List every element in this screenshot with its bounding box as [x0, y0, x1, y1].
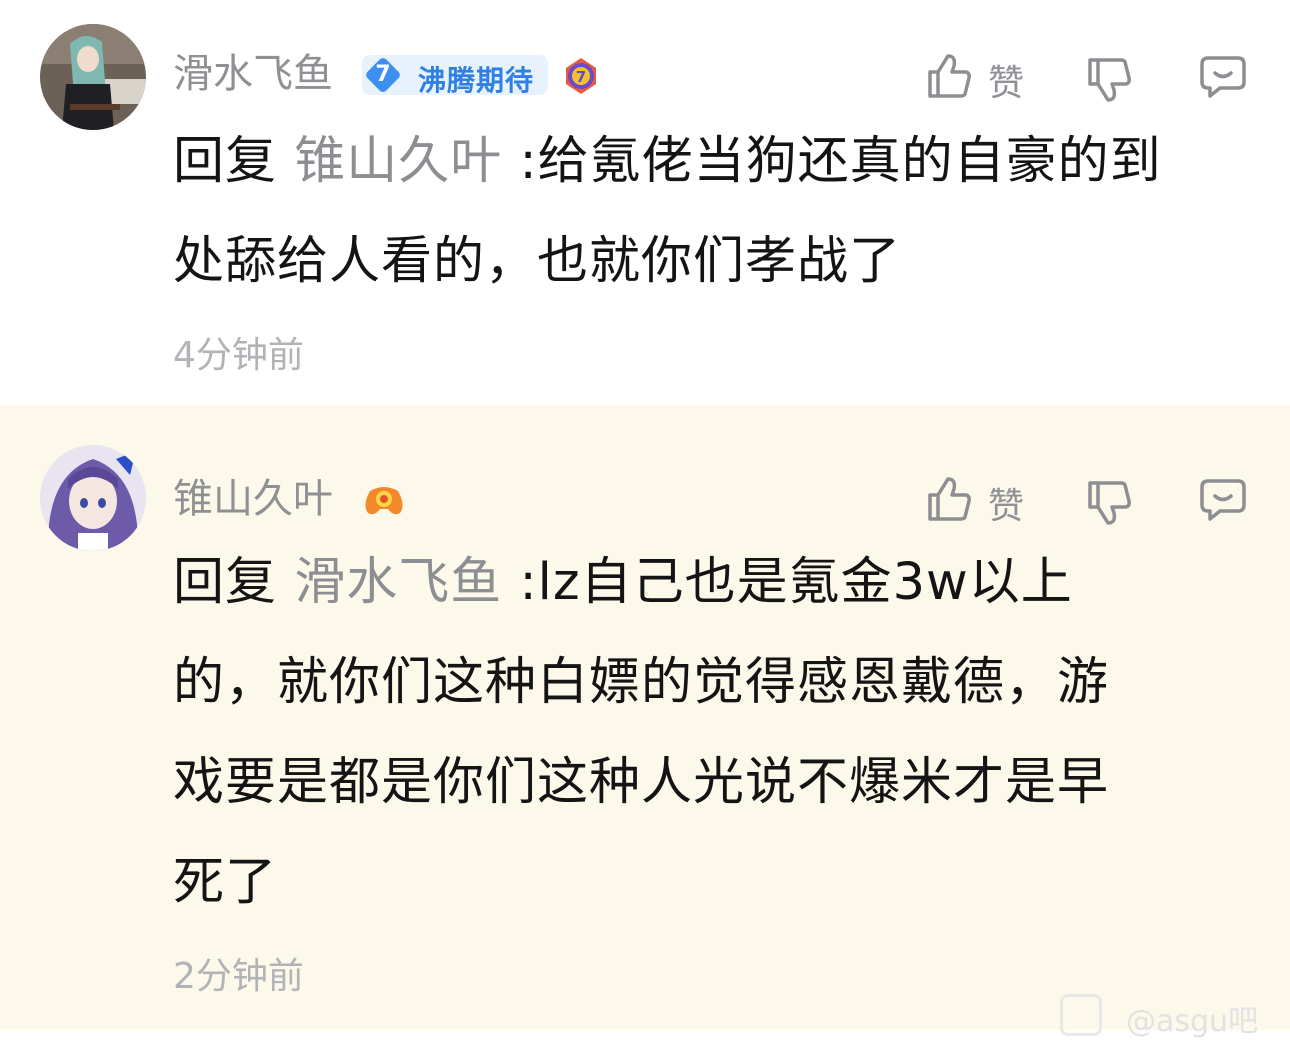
thumbs-down-icon — [1088, 481, 1131, 525]
reply-prefix: 回复 — [173, 132, 278, 191]
badge-label: 沸腾期待 — [418, 64, 535, 97]
badge-level: 7 — [375, 62, 391, 87]
comment-text: :lz自己也是氪金3w以上 — [519, 553, 1073, 612]
comment-body: 回复 锥山久叶 :给氪佬当狗还真的自豪的到 处舔给人看的，也就你们孝战了 — [173, 112, 1258, 312]
timestamp: 2分钟前 — [173, 956, 304, 997]
like-label[interactable]: 赞 — [988, 477, 1024, 529]
tieba-logo-icon — [1060, 994, 1102, 1036]
username[interactable]: 滑水飞鱼 — [173, 54, 333, 94]
reply-target-username[interactable]: 滑水飞鱼 — [294, 553, 502, 612]
user-avatar[interactable] — [40, 24, 146, 130]
reply-button[interactable] — [1198, 52, 1248, 104]
comment-line: 的，就你们这种白嫖的觉得感恩戴德，游 — [173, 653, 1110, 712]
comment-line: 死了 — [173, 853, 278, 912]
fan-level-badge[interactable]: 7 沸腾期待 — [362, 55, 548, 97]
svg-text:7: 7 — [576, 68, 586, 86]
thumbs-up-icon — [928, 54, 971, 98]
reply-prefix: 回复 — [173, 553, 278, 612]
dislike-button[interactable] — [1086, 56, 1132, 108]
comment-line: 回复 锥山久叶 :给氪佬当狗还真的自豪的到 — [173, 112, 1258, 212]
comment-line: 回复 滑水飞鱼 :lz自己也是氪金3w以上 — [173, 533, 1258, 633]
watermark-text: @asgu吧 — [1126, 1004, 1259, 1039]
reply-target-username[interactable]: 锥山久叶 — [294, 132, 502, 191]
comment-text: :给氪佬当狗还真的自豪的到 — [519, 132, 1162, 191]
username[interactable]: 锥山久叶 — [173, 479, 333, 519]
timestamp: 4分钟前 — [173, 335, 304, 376]
comment-bubble-icon — [1200, 56, 1246, 98]
comment-bubble-icon — [1200, 479, 1246, 521]
comment-item: 滑水飞鱼 7 沸腾期待 7 赞 回复 锥山久叶 :给氪佬当狗还真的自豪的到 处舔… — [0, 0, 1290, 405]
thumbs-up-icon — [928, 477, 971, 521]
like-button[interactable] — [926, 52, 972, 104]
comment-item: 锥山久叶 赞 回复 滑水飞鱼 :lz自己也是氪金3w以上 的，就你们这种白嫖的觉… — [0, 405, 1290, 1030]
user-avatar[interactable] — [40, 445, 146, 551]
comment-line: 戏要是都是你们这种人光说不爆米才是早 — [173, 753, 1110, 812]
thumbs-down-icon — [1088, 58, 1131, 102]
like-label[interactable]: 赞 — [988, 54, 1024, 106]
reply-button[interactable] — [1198, 475, 1248, 527]
comment-body: 回复 滑水飞鱼 :lz自己也是氪金3w以上 的，就你们这种白嫖的觉得感恩戴德，游… — [173, 533, 1258, 933]
like-button[interactable] — [926, 475, 972, 527]
gamepad-icon — [362, 479, 404, 521]
dislike-button[interactable] — [1086, 479, 1132, 531]
comment-line: 处舔给人看的，也就你们孝战了 — [173, 232, 902, 291]
level-7-medal-icon: 7 — [560, 54, 602, 96]
